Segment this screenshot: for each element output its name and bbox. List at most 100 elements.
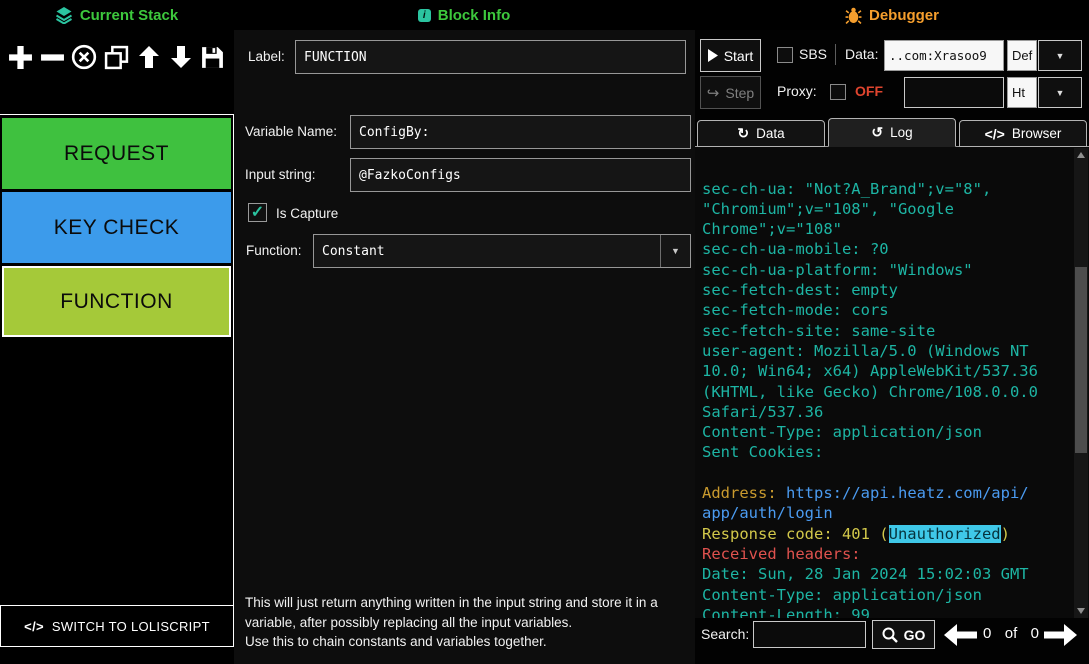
help-line: Use this to chain constants and variable…	[245, 632, 695, 652]
stack-block-function[interactable]: FUNCTION	[2, 266, 231, 337]
triangle-up-icon	[1077, 152, 1085, 158]
log-line: sec-fetch-mode: cors	[702, 300, 1072, 320]
remove-block-button[interactable]	[38, 43, 66, 71]
log-line: Address: https://api.heatz.com/api/	[702, 483, 1072, 503]
tab-data[interactable]: ↻Data	[697, 120, 825, 147]
help-line: This will just return anything written i…	[245, 593, 695, 632]
tab-browser[interactable]: </>Browser	[959, 120, 1087, 147]
function-dropdown[interactable]: Constant ▼	[313, 234, 691, 268]
current-stack-title: Current Stack	[80, 7, 178, 24]
move-up-button[interactable]	[135, 43, 163, 71]
code-icon: </>	[24, 619, 44, 634]
search-match-counter: 0 of 0	[983, 625, 1039, 642]
log-line: Received headers:	[702, 544, 1072, 564]
tab-log[interactable]: ↺Log	[828, 118, 956, 147]
minus-icon	[40, 45, 65, 70]
is-capture-checkbox[interactable]: ✓	[248, 203, 267, 222]
is-capture-label: Is Capture	[276, 206, 338, 221]
switch-to-loliscript-button[interactable]: </> SWITCH TO LOLISCRIPT	[0, 605, 234, 647]
tab-label: Data	[756, 126, 785, 141]
proxy-type-value: Ht	[1012, 85, 1025, 100]
proxy-off-status: OFF	[855, 83, 883, 99]
plus-icon	[8, 45, 33, 70]
divider	[835, 44, 836, 65]
match-total: 0	[1031, 625, 1039, 642]
previous-match-button[interactable]	[944, 624, 977, 646]
search-go-button[interactable]: GO	[872, 620, 935, 649]
log-line	[702, 463, 1072, 483]
search-input[interactable]	[753, 621, 866, 648]
function-label: Function:	[246, 243, 302, 258]
current-stack-header: Current Stack	[0, 0, 233, 30]
add-block-button[interactable]	[6, 43, 34, 71]
chevron-down-icon: ▼	[660, 235, 690, 267]
match-position: 0	[983, 625, 991, 642]
log-line: Content-Type: application/json	[702, 585, 1072, 605]
log-line: Response code: 401 (Unauthorized)	[702, 524, 1072, 544]
stack-layers-icon	[55, 6, 73, 24]
log-line: Content-Length: 99	[702, 605, 1072, 618]
data-label: Data:	[845, 46, 878, 62]
info-icon: i	[418, 9, 431, 22]
play-icon	[708, 49, 718, 62]
log-line: sec-ch-ua-mobile: ?0	[702, 239, 1072, 259]
search-icon	[882, 627, 898, 643]
log-content: sec-ch-ua: "Not?A_Brand";v="8","Chromium…	[702, 179, 1072, 618]
input-string-label: Input string:	[245, 167, 316, 182]
wordlist-type-value: Def	[1012, 48, 1032, 63]
function-dropdown-value: Constant	[314, 244, 660, 259]
sbs-checkbox[interactable]	[777, 47, 793, 63]
debugger-header: Debugger	[695, 0, 1089, 30]
log-line: Date: Sun, 28 Jan 2024 15:02:03 GMT	[702, 564, 1072, 584]
scroll-up-button[interactable]	[1074, 148, 1088, 162]
stack-panel: REQUESTKEY CHECKFUNCTION	[0, 114, 234, 605]
save-stack-button[interactable]	[199, 43, 227, 71]
chevron-down-icon: ▼	[1056, 88, 1065, 98]
step-button[interactable]: ↪ Step	[700, 76, 761, 109]
block-info-panel: Label: Variable Name: Input string: ✓ Is…	[234, 30, 695, 664]
log-view: sec-ch-ua: "Not?A_Brand";v="8","Chromium…	[695, 146, 1089, 618]
move-down-button[interactable]	[167, 43, 195, 71]
stack-block-request[interactable]: REQUEST	[2, 118, 231, 189]
label-input[interactable]	[295, 40, 686, 74]
log-scrollbar[interactable]	[1074, 148, 1088, 618]
log-search-bar: Search: GO 0 of 0	[695, 618, 1089, 652]
log-scroll-area[interactable]: sec-ch-ua: "Not?A_Brand";v="8","Chromium…	[702, 147, 1072, 618]
proxy-type-select[interactable]: Ht	[1007, 77, 1037, 108]
scrollbar-thumb[interactable]	[1075, 267, 1087, 453]
bug-icon	[845, 7, 862, 24]
proxy-checkbox[interactable]	[830, 84, 846, 100]
variable-name-input[interactable]	[350, 115, 691, 149]
log-line: sec-fetch-dest: empty	[702, 280, 1072, 300]
next-match-button[interactable]	[1044, 624, 1077, 646]
debugger-panel: Start SBS Data: Def ▼ ↪ Step Proxy: OFF …	[695, 30, 1089, 664]
arrow-down-icon	[169, 45, 193, 69]
clone-block-button[interactable]	[102, 43, 130, 71]
log-line: Safari/537.36	[702, 402, 1072, 422]
debugger-tabs: ↻Data↺Log</>Browser	[697, 118, 1087, 147]
wordlist-type-select[interactable]: Def	[1007, 40, 1037, 71]
step-button-label: Step	[725, 85, 754, 101]
block-info-title: Block Info	[438, 7, 511, 24]
clone-icon	[104, 45, 129, 70]
start-button[interactable]: Start	[700, 39, 761, 72]
tab-label: Browser	[1012, 126, 1062, 141]
stack-block-key-check[interactable]: KEY CHECK	[2, 192, 231, 263]
proxy-input[interactable]	[904, 77, 1004, 108]
go-button-label: GO	[904, 627, 926, 643]
arrow-up-icon	[137, 45, 161, 69]
log-line: user-agent: Mozilla/5.0 (Windows NT	[702, 341, 1072, 361]
history-icon: ↺	[871, 124, 883, 141]
save-icon	[200, 45, 225, 70]
scroll-down-button[interactable]	[1074, 604, 1088, 618]
wordlist-type-dropdown-button[interactable]: ▼	[1038, 40, 1082, 71]
search-label: Search:	[701, 626, 749, 642]
switch-to-loliscript-label: SWITCH TO LOLISCRIPT	[52, 619, 210, 634]
stack-toolbar	[0, 33, 233, 81]
data-input[interactable]	[884, 40, 1004, 71]
input-string-input[interactable]	[350, 158, 691, 192]
chevron-down-icon: ▼	[1056, 51, 1065, 61]
delete-block-button[interactable]	[70, 43, 98, 71]
circle-x-icon	[71, 44, 97, 70]
proxy-type-dropdown-button[interactable]: ▼	[1038, 77, 1082, 108]
